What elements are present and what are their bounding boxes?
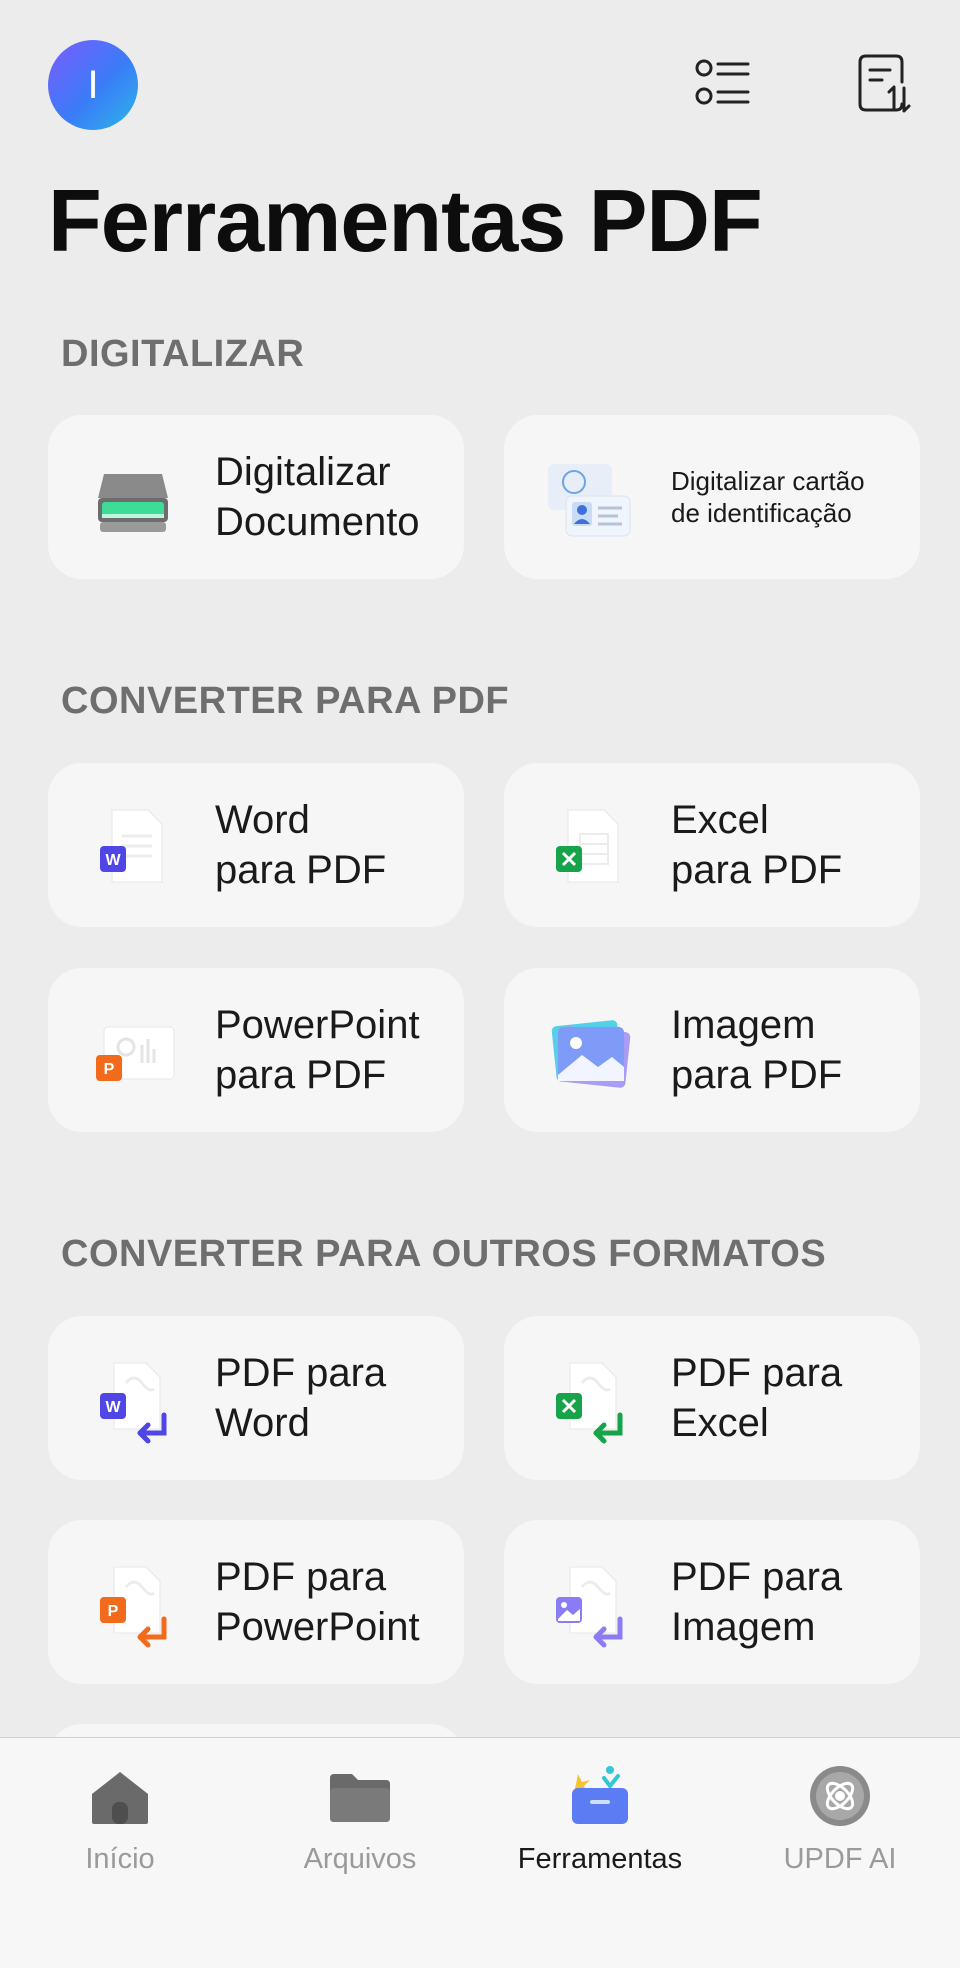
avatar-initial: I: [87, 62, 99, 107]
folder-icon: [330, 1774, 390, 1822]
scanner-icon: [98, 474, 168, 532]
scan-document-label: Digitalizar Documento: [215, 450, 420, 544]
scan-document-button[interactable]: Digitalizar Documento: [48, 415, 464, 579]
image-doc-icon: [551, 1020, 631, 1088]
excel-doc-icon: [556, 809, 619, 883]
id-card-icon: [548, 464, 631, 537]
tab-ferramentas-label: Ferramentas: [517, 1843, 683, 1875]
word-doc-icon: W: [100, 809, 163, 883]
pdf-to-powerpoint-button[interactable]: P PDF para PowerPoint: [48, 1520, 464, 1684]
pdf-to-powerpoint-icon: P: [100, 1566, 167, 1648]
word-to-pdf-button[interactable]: W Word para PDF: [48, 763, 464, 927]
pdf-to-image-button[interactable]: PDF para Imagem: [504, 1520, 920, 1684]
image-to-pdf-label: Imagem para PDF: [671, 1003, 843, 1097]
svg-text:W: W: [105, 852, 121, 869]
pdf-to-excel-button[interactable]: PDF para Excel: [504, 1316, 920, 1480]
tab-arquivos-label: Arquivos: [303, 1843, 417, 1875]
tab-inicio-label: Início: [85, 1843, 155, 1875]
pdf-to-word-button[interactable]: W PDF para Word: [48, 1316, 464, 1480]
tab-ferramentas[interactable]: Ferramentas: [480, 1738, 720, 1888]
tab-updf-ai-label: UPDF AI: [783, 1843, 897, 1875]
scan-id-card-button[interactable]: Digitalizar cartão de identificação: [504, 415, 920, 579]
pdf-to-powerpoint-label: PDF para PowerPoint: [215, 1555, 420, 1649]
powerpoint-to-pdf-button[interactable]: P PowerPoint para PDF: [48, 968, 464, 1132]
tab-inicio[interactable]: Início: [0, 1738, 240, 1888]
list-view-icon[interactable]: [694, 52, 752, 114]
excel-to-pdf-label: Excel para PDF: [671, 798, 843, 892]
page-title: Ferramentas PDF: [48, 171, 763, 270]
pdf-to-image-icon: [556, 1566, 623, 1648]
excel-to-pdf-button[interactable]: Excel para PDF: [504, 763, 920, 927]
powerpoint-to-pdf-label: PowerPoint para PDF: [215, 1003, 420, 1097]
top-bar: I: [0, 0, 960, 170]
section-title-digitalizar: DIGITALIZAR: [61, 333, 305, 375]
ai-icon: [810, 1766, 870, 1826]
toolbox-icon: [572, 1766, 628, 1824]
tab-bar: Início Arquivos Ferramentas UPDF AI: [0, 1737, 960, 1968]
pdf-to-image-label: PDF para Imagem: [671, 1555, 843, 1649]
home-icon: [92, 1772, 148, 1824]
powerpoint-doc-icon: P: [96, 1026, 175, 1081]
tab-updf-ai[interactable]: UPDF AI: [720, 1738, 960, 1888]
svg-text:W: W: [105, 1399, 121, 1416]
image-to-pdf-button[interactable]: Imagem para PDF: [504, 968, 920, 1132]
pdf-to-excel-label: PDF para Excel: [671, 1351, 843, 1445]
pdf-to-word-label: PDF para Word: [215, 1351, 387, 1445]
section-title-converter-para-pdf: CONVERTER PARA PDF: [61, 680, 510, 722]
word-to-pdf-label: Word para PDF: [215, 798, 387, 892]
pdf-to-word-icon: W: [100, 1362, 167, 1444]
tab-arquivos[interactable]: Arquivos: [240, 1738, 480, 1888]
scan-id-card-label: Digitalizar cartão de identificação: [671, 466, 865, 528]
sort-document-icon[interactable]: [856, 52, 914, 114]
section-title-converter-para-outros-formatos: CONVERTER PARA OUTROS FORMATOS: [61, 1233, 827, 1275]
pdf-to-excel-icon: [556, 1362, 623, 1444]
svg-text:P: P: [108, 1603, 119, 1620]
svg-text:P: P: [104, 1061, 115, 1078]
avatar[interactable]: I: [48, 40, 138, 130]
